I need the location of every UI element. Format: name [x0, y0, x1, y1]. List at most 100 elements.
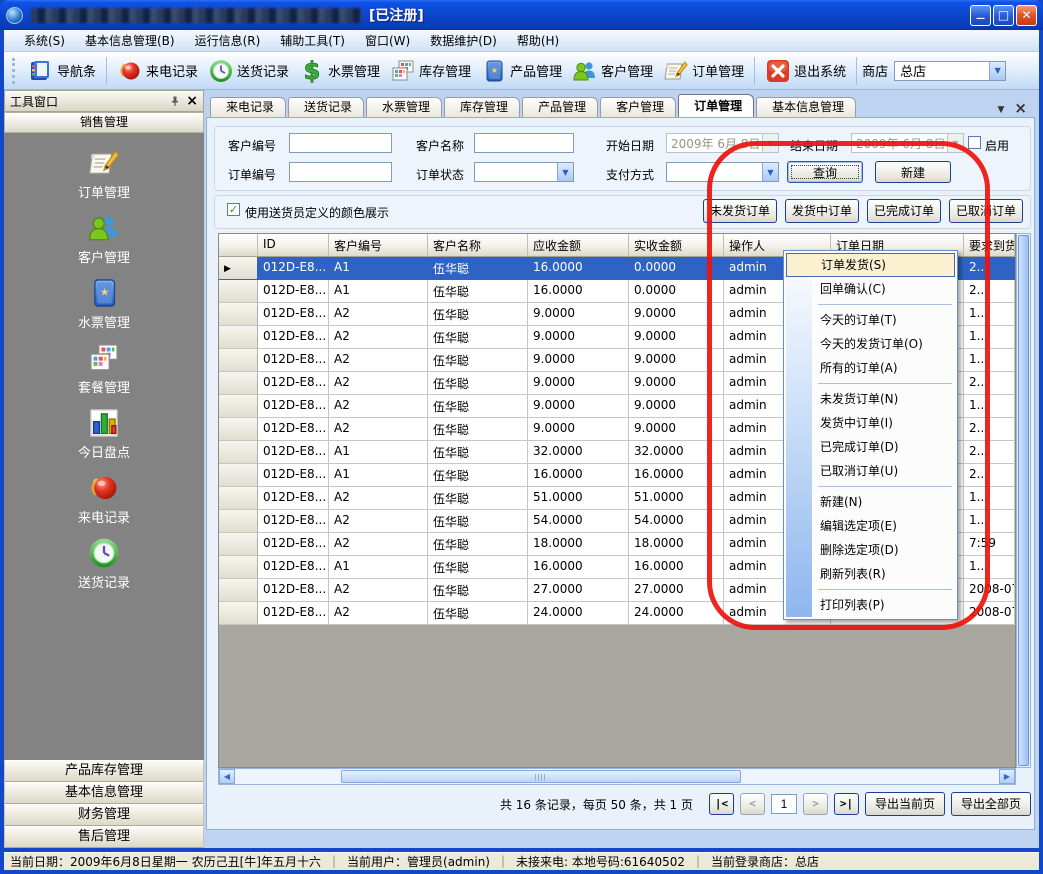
- shop-combobox[interactable]: 总店: [894, 61, 1006, 81]
- row-selector-cell[interactable]: [219, 510, 258, 533]
- chevron-down-icon[interactable]: [989, 62, 1005, 80]
- context-menu-item[interactable]: 编辑选定项(E): [786, 514, 955, 538]
- tab-list-dropdown-icon[interactable]: [998, 101, 1005, 115]
- menu-item[interactable]: 运行信息(R): [185, 30, 271, 51]
- context-menu-item[interactable]: 回单确认(C): [786, 277, 955, 301]
- tab[interactable]: 产品管理: [522, 97, 598, 117]
- menu-item[interactable]: 数据维护(D): [420, 30, 507, 51]
- toolbar-item[interactable]: 库存管理: [385, 56, 476, 86]
- toolbar-item-exit[interactable]: 退出系统: [760, 56, 851, 86]
- export-current-page-button[interactable]: 导出当前页: [865, 792, 945, 816]
- toolbar-item[interactable]: 产品管理: [476, 56, 567, 86]
- sidebar-item[interactable]: 来电记录: [4, 471, 204, 536]
- context-menu-item[interactable]: 删除选定项(D): [786, 538, 955, 562]
- row-selector-cell[interactable]: [219, 257, 258, 280]
- toolbar-item[interactable]: 来电记录: [112, 56, 203, 86]
- context-menu-item[interactable]: 今天的订单(T): [786, 308, 955, 332]
- context-menu-item[interactable]: 已取消订单(U): [786, 459, 955, 483]
- toolbar-item[interactable]: 客户管理: [567, 56, 658, 86]
- sidebar-section-button[interactable]: 产品库存管理: [4, 760, 204, 782]
- next-page-button[interactable]: >: [803, 793, 828, 815]
- first-page-button[interactable]: |<: [709, 793, 734, 815]
- row-selector-cell[interactable]: [219, 533, 258, 556]
- order-status-filter-button[interactable]: 已完成订单: [867, 199, 941, 223]
- column-header-customer-no[interactable]: 客户编号: [329, 234, 428, 257]
- pin-icon[interactable]: [169, 95, 181, 107]
- column-header-customer-name[interactable]: 客户名称: [428, 234, 528, 257]
- context-menu-item[interactable]: 今天的发货订单(O): [786, 332, 955, 356]
- row-selector-cell[interactable]: [219, 303, 258, 326]
- row-selector-cell[interactable]: [219, 372, 258, 395]
- context-menu-item[interactable]: 打印列表(P): [786, 593, 955, 617]
- row-selector-cell[interactable]: [219, 418, 258, 441]
- chevron-down-icon[interactable]: [947, 134, 963, 152]
- sidebar-section-sales[interactable]: 销售管理: [4, 112, 204, 133]
- tab[interactable]: 来电记录: [210, 97, 286, 117]
- tab[interactable]: 送货记录: [288, 97, 364, 117]
- context-menu-item[interactable]: 刷新列表(R): [786, 562, 955, 586]
- toolbar-grip[interactable]: [12, 58, 16, 84]
- horizontal-scrollbar[interactable]: [218, 768, 1016, 785]
- tab[interactable]: 基本信息管理: [756, 97, 856, 117]
- row-selector-cell[interactable]: [219, 464, 258, 487]
- column-header-received[interactable]: 实收金额: [629, 234, 724, 257]
- title-bar[interactable]: [已注册]: [0, 0, 1043, 30]
- order-status-filter-button[interactable]: 发货中订单: [785, 199, 859, 223]
- sidebar-item[interactable]: 订单管理: [4, 146, 204, 211]
- menu-item[interactable]: 基本信息管理(B): [75, 30, 185, 51]
- sidebar-item[interactable]: 客户管理: [4, 211, 204, 276]
- vertical-scrollbar-thumb[interactable]: [1018, 235, 1029, 766]
- row-selector-cell[interactable]: [219, 349, 258, 372]
- start-date-picker[interactable]: 2009年 6月 8日: [666, 133, 779, 153]
- customer-name-input[interactable]: [474, 133, 574, 153]
- tab[interactable]: 订单管理: [678, 94, 754, 117]
- previous-page-button[interactable]: <: [740, 793, 765, 815]
- chevron-down-icon[interactable]: [762, 163, 778, 181]
- page-number-input[interactable]: [771, 794, 797, 814]
- order-status-combobox[interactable]: [474, 162, 574, 182]
- close-button[interactable]: [1016, 5, 1037, 26]
- sidebar-item[interactable]: 套餐管理: [4, 341, 204, 406]
- context-menu-item[interactable]: [818, 486, 952, 487]
- menu-item[interactable]: 帮助(H): [507, 30, 569, 51]
- export-all-pages-button[interactable]: 导出全部页: [951, 792, 1031, 816]
- context-menu-item[interactable]: [818, 304, 952, 305]
- sidebar-item[interactable]: 送货记录: [4, 536, 204, 601]
- row-selector-cell[interactable]: [219, 441, 258, 464]
- column-header-receivable[interactable]: 应收金额: [528, 234, 629, 257]
- toolbar-item[interactable]: 水票管理: [294, 56, 385, 86]
- context-menu-item[interactable]: [818, 383, 952, 384]
- last-page-button[interactable]: >|: [834, 793, 859, 815]
- maximize-button[interactable]: [993, 5, 1014, 26]
- minimize-button[interactable]: [970, 5, 991, 26]
- menu-item[interactable]: 系统(S): [14, 30, 75, 51]
- row-selector-cell[interactable]: [219, 602, 258, 625]
- enable-checkbox[interactable]: [968, 136, 981, 149]
- row-selector-cell[interactable]: [219, 487, 258, 510]
- tab[interactable]: 客户管理: [600, 97, 676, 117]
- sidebar-section-button[interactable]: 基本信息管理: [4, 782, 204, 804]
- chevron-down-icon[interactable]: [762, 134, 778, 152]
- customer-no-input[interactable]: [289, 133, 392, 153]
- sidebar-item[interactable]: 今日盘点: [4, 406, 204, 471]
- context-menu-item[interactable]: 发货中订单(I): [786, 411, 955, 435]
- tab-close-icon[interactable]: [1014, 99, 1027, 117]
- pay-method-combobox[interactable]: [666, 162, 779, 182]
- chevron-down-icon[interactable]: [557, 163, 573, 181]
- context-menu-item[interactable]: 订单发货(S): [786, 253, 955, 277]
- scroll-right-arrow-icon[interactable]: [999, 769, 1015, 784]
- sidebar-section-button[interactable]: 售后管理: [4, 826, 204, 848]
- new-button[interactable]: 新建: [875, 161, 951, 183]
- order-no-input[interactable]: [289, 162, 392, 182]
- scroll-left-arrow-icon[interactable]: [219, 769, 235, 784]
- vertical-scrollbar[interactable]: [1016, 233, 1031, 768]
- row-selector-cell[interactable]: [219, 556, 258, 579]
- column-header-request-date[interactable]: 要求到货日期: [964, 234, 1015, 257]
- search-button[interactable]: 查询: [787, 161, 863, 183]
- tab[interactable]: 库存管理: [444, 97, 520, 117]
- toolbar-item-navigation[interactable]: 导航条: [23, 56, 101, 86]
- horizontal-scrollbar-thumb[interactable]: [341, 770, 741, 783]
- context-menu-item[interactable]: 未发货订单(N): [786, 387, 955, 411]
- end-date-picker[interactable]: 2009年 6月 8日: [851, 133, 964, 153]
- order-status-filter-button[interactable]: 未发货订单: [703, 199, 777, 223]
